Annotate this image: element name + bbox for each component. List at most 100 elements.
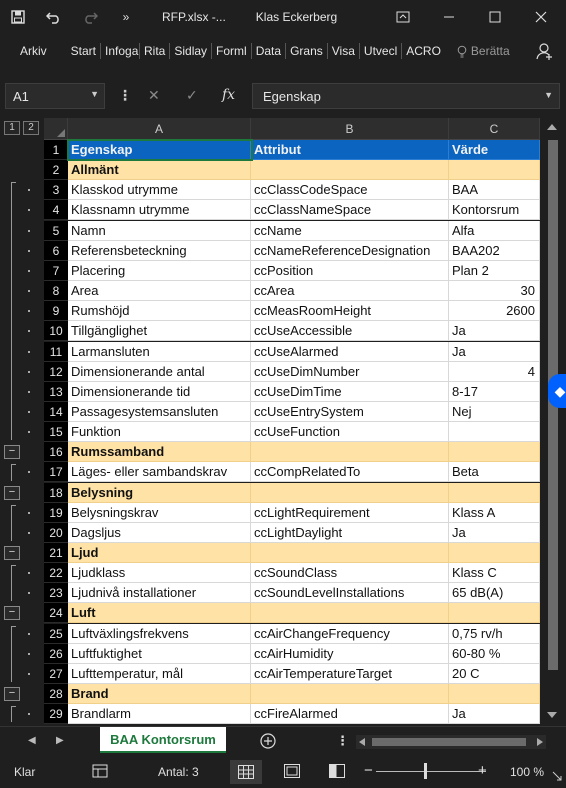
tab-arkiv[interactable]: Arkiv xyxy=(0,44,71,58)
horizontal-scroll-thumb[interactable] xyxy=(372,738,526,746)
cell-attribut[interactable]: ccClassCodeSpace xyxy=(251,180,449,200)
cell-egenskap[interactable]: Referensbeteckning xyxy=(68,241,251,261)
row-header[interactable]: 14 xyxy=(44,402,68,422)
row-header[interactable]: 21 xyxy=(44,543,68,563)
cell-egenskap[interactable]: Brand xyxy=(68,684,251,704)
cell-egenskap[interactable]: Dagsljus xyxy=(68,523,251,543)
save-icon[interactable] xyxy=(0,0,36,34)
cell-attribut[interactable] xyxy=(251,442,449,462)
row-header[interactable]: 24 xyxy=(44,603,68,623)
cell-attribut[interactable]: ccArea xyxy=(251,281,449,301)
collapse-group-button[interactable]: − xyxy=(4,687,20,701)
cell-varde[interactable]: 4 xyxy=(449,362,540,382)
tell-me-box[interactable]: Berätta xyxy=(453,44,514,58)
cell-egenskap[interactable]: Allmänt xyxy=(68,160,251,180)
cell-attribut[interactable]: ccLightRequirement xyxy=(251,503,449,523)
scroll-left-icon[interactable] xyxy=(359,738,365,746)
row-header[interactable]: 12 xyxy=(44,362,68,382)
cell-attribut[interactable]: ccNameReferenceDesignation xyxy=(251,241,449,261)
zoom-slider-thumb[interactable] xyxy=(424,763,427,779)
more-sheets-icon[interactable]: ⋮ xyxy=(336,733,349,749)
cell-varde[interactable]: Klass C xyxy=(449,563,540,583)
column-header-c[interactable]: C xyxy=(449,118,540,140)
cell-varde[interactable]: 60-80 % xyxy=(449,644,540,664)
cell-varde[interactable]: 65 dB(A) xyxy=(449,583,540,603)
cell-attribut[interactable]: ccSoundLevelInstallations xyxy=(251,583,449,603)
add-sheet-icon[interactable] xyxy=(260,733,276,754)
cell-varde[interactable]: Plan 2 xyxy=(449,261,540,281)
select-all-button[interactable] xyxy=(44,118,68,140)
cell-egenskap[interactable]: Luftfuktighet xyxy=(68,644,251,664)
cell-attribut[interactable]: ccCompRelatedTo xyxy=(251,462,449,482)
cell-attribut[interactable] xyxy=(251,543,449,563)
share-user-icon[interactable] xyxy=(536,42,554,63)
ribbon-display-icon[interactable] xyxy=(380,0,426,34)
row-header[interactable]: 29 xyxy=(44,704,68,724)
zoom-slider-track[interactable] xyxy=(376,771,486,772)
cell-egenskap[interactable]: Placering xyxy=(68,261,251,281)
cell-attribut[interactable] xyxy=(251,684,449,704)
cell-varde[interactable]: 2600 xyxy=(449,301,540,321)
accessibility-icon[interactable] xyxy=(92,763,108,782)
zoom-in-button[interactable]: + xyxy=(478,762,487,779)
cell-varde[interactable] xyxy=(449,160,540,180)
cell-varde[interactable] xyxy=(449,543,540,563)
formula-input[interactable]: Egenskap ▼ xyxy=(252,83,560,109)
cell-egenskap[interactable]: Namn xyxy=(68,221,251,241)
cell-attribut[interactable]: ccClassNameSpace xyxy=(251,200,449,220)
cell-attribut[interactable]: ccAirHumidity xyxy=(251,644,449,664)
cell-attribut[interactable]: ccAirChangeFrequency xyxy=(251,624,449,644)
row-header[interactable]: 7 xyxy=(44,261,68,281)
tab-infoga[interactable]: Infoga xyxy=(101,44,139,58)
chevron-down-icon[interactable]: ▼ xyxy=(90,89,99,99)
cell-varde[interactable]: 0,75 rv/h xyxy=(449,624,540,644)
cell-attribut[interactable]: ccName xyxy=(251,221,449,241)
next-sheet-icon[interactable]: ▶ xyxy=(56,735,64,746)
cell-varde[interactable] xyxy=(449,442,540,462)
cell-varde[interactable] xyxy=(449,603,540,623)
cell-attribut[interactable]: ccAirTemperatureTarget xyxy=(251,664,449,684)
column-header-a[interactable]: A xyxy=(68,118,251,140)
cell-egenskap[interactable]: Ljud xyxy=(68,543,251,563)
row-header[interactable]: 2 xyxy=(44,160,68,180)
cell-egenskap[interactable]: Ljudklass xyxy=(68,563,251,583)
row-header[interactable]: 8 xyxy=(44,281,68,301)
scroll-down-icon[interactable] xyxy=(547,712,557,718)
zoom-out-button[interactable]: − xyxy=(364,762,373,779)
row-header[interactable]: 19 xyxy=(44,503,68,523)
row-header[interactable]: 28 xyxy=(44,684,68,704)
cell-attribut[interactable]: ccSoundClass xyxy=(251,563,449,583)
cell-attribut[interactable]: ccUseDimTime xyxy=(251,382,449,402)
row-header[interactable]: 22 xyxy=(44,563,68,583)
dropbox-icon[interactable]: ◆ xyxy=(548,374,566,408)
cell-varde[interactable]: Nej xyxy=(449,402,540,422)
collapse-group-button[interactable]: − xyxy=(4,486,20,500)
insert-function-icon[interactable]: fx xyxy=(222,87,235,103)
collapse-group-button[interactable]: − xyxy=(4,445,20,459)
cell-varde[interactable]: 30 xyxy=(449,281,540,301)
cell-egenskap[interactable]: Luft xyxy=(68,603,251,623)
scroll-right-icon[interactable] xyxy=(537,738,543,746)
close-icon[interactable] xyxy=(518,0,564,34)
cell-egenskap[interactable]: Läges- eller sambandskrav xyxy=(68,462,251,482)
cell-egenskap[interactable]: Funktion xyxy=(68,422,251,442)
row-header[interactable]: 25 xyxy=(44,624,68,644)
vertical-scrollbar[interactable] xyxy=(541,118,566,726)
cell-egenskap[interactable]: Dimensionerande antal xyxy=(68,362,251,382)
cell-varde[interactable]: BAA202 xyxy=(449,241,540,261)
row-header[interactable]: 17 xyxy=(44,462,68,482)
cell-attribut[interactable]: ccUseFunction xyxy=(251,422,449,442)
cell-egenskap[interactable]: Belysningskrav xyxy=(68,503,251,523)
zoom-level[interactable]: 100 % xyxy=(510,765,544,779)
cell-egenskap[interactable]: Rumshöjd xyxy=(68,301,251,321)
cell-varde[interactable]: Alfa xyxy=(449,221,540,241)
enter-icon[interactable]: ✓ xyxy=(186,87,198,104)
cell-attribut[interactable]: ccUseDimNumber xyxy=(251,362,449,382)
cell-attribut[interactable]: ccLightDaylight xyxy=(251,523,449,543)
cell-egenskap[interactable]: Larmansluten xyxy=(68,342,251,362)
row-header[interactable]: 27 xyxy=(44,664,68,684)
cell-attribut[interactable] xyxy=(251,483,449,503)
collapse-group-button[interactable]: − xyxy=(4,546,20,560)
minimize-icon[interactable] xyxy=(426,0,472,34)
cell-varde[interactable]: Ja xyxy=(449,523,540,543)
